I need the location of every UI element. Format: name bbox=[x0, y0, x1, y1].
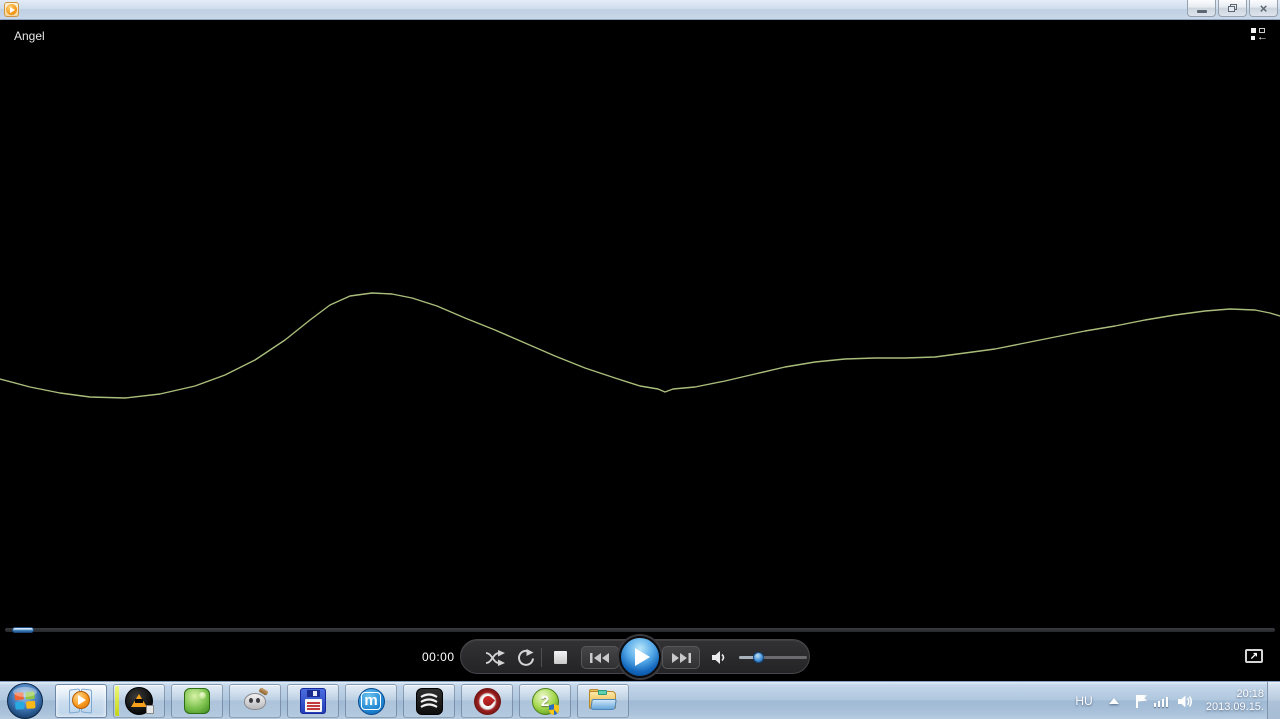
windows-logo-icon bbox=[7, 683, 43, 719]
volume-thumb[interactable] bbox=[753, 652, 765, 663]
elapsed-time: 00:00 bbox=[422, 650, 455, 664]
restore-button[interactable] bbox=[1218, 0, 1247, 17]
title-bar: × bbox=[0, 0, 1280, 20]
taskbar-apps: m 2 bbox=[55, 684, 629, 718]
taskbar-item-maxthon[interactable]: m bbox=[345, 684, 397, 718]
aimp-icon bbox=[125, 687, 154, 715]
track-title: Angel bbox=[14, 29, 45, 43]
left-arrow-icon: ← bbox=[1257, 31, 1268, 43]
taskbar-item-commander[interactable] bbox=[287, 684, 339, 718]
flag-icon bbox=[1136, 694, 1147, 708]
play-icon bbox=[635, 648, 650, 666]
play-orb-icon bbox=[6, 4, 17, 15]
shuffle-button[interactable] bbox=[485, 650, 507, 671]
close-icon: × bbox=[1259, 0, 1268, 16]
show-desktop-button[interactable] bbox=[1267, 682, 1280, 719]
taskbar-item-striped-disc[interactable] bbox=[403, 684, 455, 718]
red-ring-icon bbox=[473, 687, 501, 715]
wmp-icon bbox=[67, 688, 95, 714]
signal-bar-icon bbox=[1165, 697, 1169, 707]
taskbar: m 2 HU 20:18 2013.09.15. bbox=[0, 681, 1280, 719]
folder-icon bbox=[588, 689, 618, 713]
aimp-indicator bbox=[115, 686, 119, 716]
next-icon bbox=[672, 652, 691, 663]
volume-slider[interactable] bbox=[739, 652, 807, 663]
language-indicator[interactable]: HU bbox=[1070, 682, 1098, 719]
taskbar-item-green-2[interactable]: 2 bbox=[519, 684, 571, 718]
controls-divider bbox=[541, 648, 542, 667]
speaker-icon bbox=[712, 651, 725, 664]
hidden-icons-button[interactable] bbox=[1106, 682, 1122, 719]
green-2-shield-icon: 2 bbox=[531, 687, 559, 715]
now-playing-area: Angel ← 00:00 ↗ bbox=[0, 20, 1280, 681]
seek-bar[interactable] bbox=[5, 627, 1275, 633]
network-status-button[interactable] bbox=[1152, 682, 1170, 719]
taskbar-item-aimp[interactable] bbox=[113, 684, 165, 718]
fullscreen-arrow-icon: ↗ bbox=[1249, 650, 1259, 662]
stop-button[interactable] bbox=[554, 651, 567, 664]
transport-controls: 00:00 bbox=[0, 636, 1280, 681]
wmp-app-icon[interactable] bbox=[4, 2, 19, 17]
controls-pill bbox=[460, 636, 810, 678]
taskbar-item-red-ring[interactable] bbox=[461, 684, 513, 718]
up-chevron-icon bbox=[1109, 698, 1119, 704]
window-controls: × bbox=[1187, 0, 1278, 17]
floppy-disk-icon bbox=[300, 688, 326, 714]
taskbar-item-explorer[interactable] bbox=[577, 684, 629, 718]
action-center-button[interactable] bbox=[1128, 682, 1147, 719]
gimp-mascot-icon bbox=[242, 687, 269, 713]
view-full-screen-button[interactable]: ↗ bbox=[1245, 649, 1263, 663]
grid-square-small-icon bbox=[1251, 36, 1255, 40]
shuffle-icon bbox=[485, 650, 505, 666]
green-app-icon bbox=[184, 688, 210, 714]
grid-square-icon bbox=[1251, 28, 1256, 33]
previous-icon bbox=[590, 652, 609, 663]
visualization-wave bbox=[0, 292, 1280, 399]
stop-icon bbox=[554, 651, 567, 664]
play-button[interactable] bbox=[619, 636, 661, 678]
tray-time: 20:18 bbox=[1236, 688, 1264, 700]
start-button[interactable] bbox=[5, 682, 45, 719]
maxthon-icon: m bbox=[357, 687, 385, 715]
signal-bar-icon bbox=[1161, 699, 1165, 707]
minimize-button[interactable] bbox=[1187, 0, 1216, 17]
restore-icon bbox=[1228, 4, 1237, 12]
clock[interactable]: 20:18 2013.09.15. bbox=[1188, 682, 1264, 719]
taskbar-item-windows-media-player[interactable] bbox=[55, 684, 107, 718]
wmp-now-playing-window: × Angel ← 00:00 ↗ m 2 HU 20:18 2013.09.1… bbox=[0, 0, 1280, 719]
signal-bar-icon bbox=[1153, 703, 1157, 707]
taskbar-item-gimp[interactable] bbox=[229, 684, 281, 718]
next-button[interactable] bbox=[662, 646, 700, 669]
striped-disc-icon bbox=[415, 687, 443, 715]
switch-to-library-button[interactable]: ← bbox=[1251, 27, 1269, 43]
close-button[interactable]: × bbox=[1249, 0, 1278, 17]
mute-button[interactable] bbox=[711, 650, 727, 670]
repeat-button[interactable] bbox=[516, 649, 535, 672]
repeat-icon bbox=[518, 649, 534, 666]
signal-bar-icon bbox=[1157, 701, 1161, 707]
seek-thumb[interactable] bbox=[11, 627, 34, 633]
minimize-icon bbox=[1196, 9, 1207, 13]
tray-date: 2013.09.15. bbox=[1205, 701, 1264, 713]
previous-button[interactable] bbox=[581, 646, 619, 669]
taskbar-item-green-app[interactable] bbox=[171, 684, 223, 718]
